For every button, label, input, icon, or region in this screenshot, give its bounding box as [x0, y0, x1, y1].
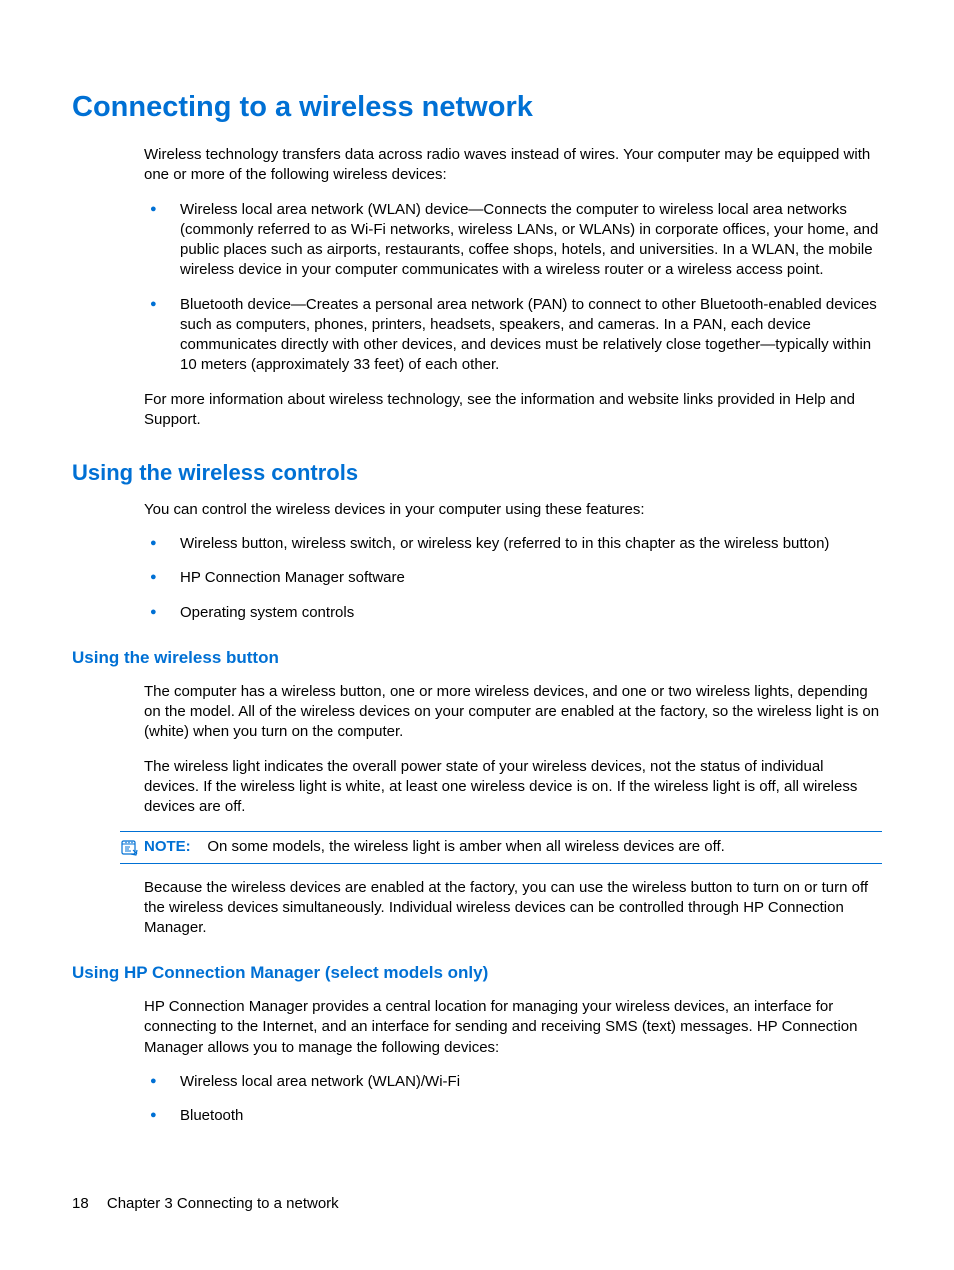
body-paragraph: The wireless light indicates the overall…	[144, 757, 882, 818]
page-number: 18	[72, 1195, 89, 1212]
page-footer: 18 Chapter 3 Connecting to a network	[72, 1194, 339, 1214]
intro-paragraph: Wireless technology transfers data acros…	[144, 145, 882, 186]
body-paragraph: HP Connection Manager provides a central…	[144, 997, 882, 1058]
list-item: Operating system controls	[144, 603, 882, 623]
section-heading-controls: Using the wireless controls	[72, 458, 882, 488]
controls-list: Wireless button, wireless switch, or wir…	[144, 534, 882, 623]
list-item: Bluetooth device—Creates a personal area…	[144, 295, 882, 376]
wireless-devices-list: Wireless local area network (WLAN) devic…	[144, 200, 882, 376]
chapter-label: Chapter 3 Connecting to a network	[107, 1195, 339, 1212]
body-paragraph: Because the wireless devices are enabled…	[144, 878, 882, 939]
body-paragraph: The computer has a wireless button, one …	[144, 682, 882, 743]
note-callout: NOTE: On some models, the wireless light…	[120, 831, 882, 863]
list-item: Wireless local area network (WLAN)/Wi-Fi	[144, 1072, 882, 1092]
page-title: Connecting to a wireless network	[72, 88, 882, 127]
subsection-heading-wireless-button: Using the wireless button	[72, 647, 882, 670]
list-item: HP Connection Manager software	[144, 568, 882, 588]
hpcm-list: Wireless local area network (WLAN)/Wi-Fi…	[144, 1072, 882, 1127]
list-item: Wireless local area network (WLAN) devic…	[144, 200, 882, 281]
subsection-heading-hpcm: Using HP Connection Manager (select mode…	[72, 962, 882, 985]
note-label: NOTE:	[144, 838, 191, 855]
note-icon	[120, 838, 140, 856]
note-text	[195, 838, 208, 855]
list-item: Wireless button, wireless switch, or wir…	[144, 534, 882, 554]
controls-intro: You can control the wireless devices in …	[144, 500, 882, 520]
list-item: Bluetooth	[144, 1106, 882, 1126]
note-text: On some models, the wireless light is am…	[207, 838, 724, 855]
more-info-paragraph: For more information about wireless tech…	[144, 390, 882, 431]
